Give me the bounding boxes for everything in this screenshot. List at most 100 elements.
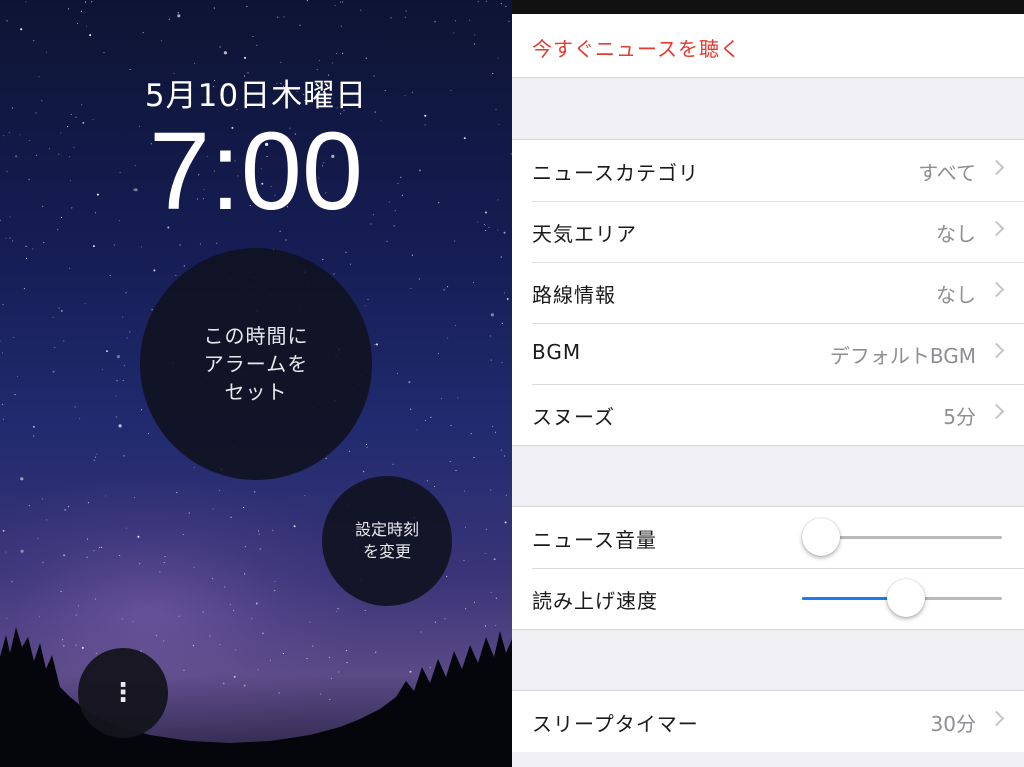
star <box>219 46 221 48</box>
star <box>434 21 436 23</box>
star <box>374 343 376 346</box>
settings-row-sleep-timer[interactable]: スリープタイマー 30分 <box>512 691 1024 752</box>
alarm-date: 5月10日木曜日 <box>144 78 368 114</box>
star <box>64 508 67 511</box>
star <box>244 56 246 59</box>
star <box>491 425 493 427</box>
star <box>489 335 492 337</box>
star <box>2 403 4 405</box>
star <box>437 352 440 355</box>
star <box>168 18 170 20</box>
star <box>67 8 70 10</box>
star <box>96 453 98 455</box>
star <box>337 608 339 610</box>
star <box>123 455 125 457</box>
star <box>213 7 215 9</box>
star <box>164 555 166 558</box>
star <box>216 242 218 244</box>
star <box>331 62 333 64</box>
change-time-button[interactable]: 設定時刻 を変更 <box>322 476 452 606</box>
star <box>447 286 449 288</box>
settings-row-weather-area[interactable]: 天気エリア なし <box>512 201 1024 262</box>
star <box>37 537 39 539</box>
star <box>280 61 282 63</box>
settings-row-bgm[interactable]: BGM デフォルトBGM <box>512 323 1024 384</box>
star <box>60 310 63 312</box>
star <box>60 591 62 593</box>
star <box>490 591 492 593</box>
star <box>140 246 142 248</box>
star <box>116 380 118 382</box>
star <box>336 611 338 613</box>
star <box>93 550 95 552</box>
star <box>430 416 432 418</box>
star <box>254 491 256 493</box>
star <box>340 25 342 27</box>
star <box>463 490 465 492</box>
star <box>410 408 412 410</box>
settings-row-snooze[interactable]: スヌーズ 5分 <box>512 384 1024 445</box>
star <box>277 16 279 18</box>
reading-speed-slider[interactable] <box>802 579 1002 617</box>
settings-row-reading-speed: 読み上げ速度 <box>512 568 1024 629</box>
star <box>25 245 27 247</box>
star <box>122 316 124 318</box>
set-alarm-button[interactable]: この時間に アラームを セット <box>140 248 372 480</box>
star <box>497 57 499 59</box>
star <box>0 340 1 342</box>
listen-now-row[interactable]: 今すぐニュースを聴く <box>512 14 1024 78</box>
star <box>176 492 178 494</box>
star <box>139 563 141 565</box>
slider-thumb[interactable] <box>802 518 840 556</box>
star <box>490 313 494 317</box>
news-volume-slider[interactable] <box>802 518 1002 556</box>
star <box>25 257 28 259</box>
star <box>283 16 285 18</box>
star <box>333 273 335 275</box>
settings-group-voice: ニュース音量 読み上げ速度 <box>512 506 1024 630</box>
star <box>443 289 445 291</box>
change-time-line-2: を変更 <box>362 542 411 561</box>
star <box>473 456 475 459</box>
star <box>223 51 227 55</box>
star <box>163 562 165 564</box>
star <box>119 555 121 557</box>
star <box>426 480 428 482</box>
star <box>348 450 350 452</box>
star <box>177 12 179 14</box>
star <box>92 245 95 248</box>
star <box>447 337 449 339</box>
settings-row-train-info[interactable]: 路線情報 なし <box>512 262 1024 323</box>
star <box>87 502 89 504</box>
star <box>255 602 258 605</box>
more-vertical-icon: ⋮ <box>110 678 136 708</box>
star <box>129 331 131 333</box>
star <box>365 57 367 59</box>
star <box>440 398 443 400</box>
star <box>63 554 66 557</box>
star <box>472 281 475 284</box>
star <box>364 305 366 307</box>
star <box>464 526 467 528</box>
star <box>390 17 392 19</box>
row-label: 天気エリア <box>532 222 637 246</box>
star <box>1 352 4 354</box>
slider-thumb[interactable] <box>887 579 925 617</box>
star <box>183 265 185 267</box>
star <box>233 610 235 612</box>
alarm-time: 7:00 <box>148 110 364 233</box>
star <box>2 304 4 306</box>
star <box>505 494 507 496</box>
settings-row-news-category[interactable]: ニュースカテゴリ すべて <box>512 140 1024 201</box>
star <box>508 20 510 22</box>
star <box>194 62 196 64</box>
star <box>258 533 260 535</box>
star <box>500 256 502 258</box>
star <box>142 32 144 34</box>
star <box>365 443 368 445</box>
chevron-right-icon <box>988 403 1005 420</box>
star <box>115 416 117 418</box>
star <box>46 519 48 521</box>
set-alarm-line-2: アラームを <box>203 352 309 376</box>
more-menu-button[interactable]: ⋮ <box>78 648 168 738</box>
